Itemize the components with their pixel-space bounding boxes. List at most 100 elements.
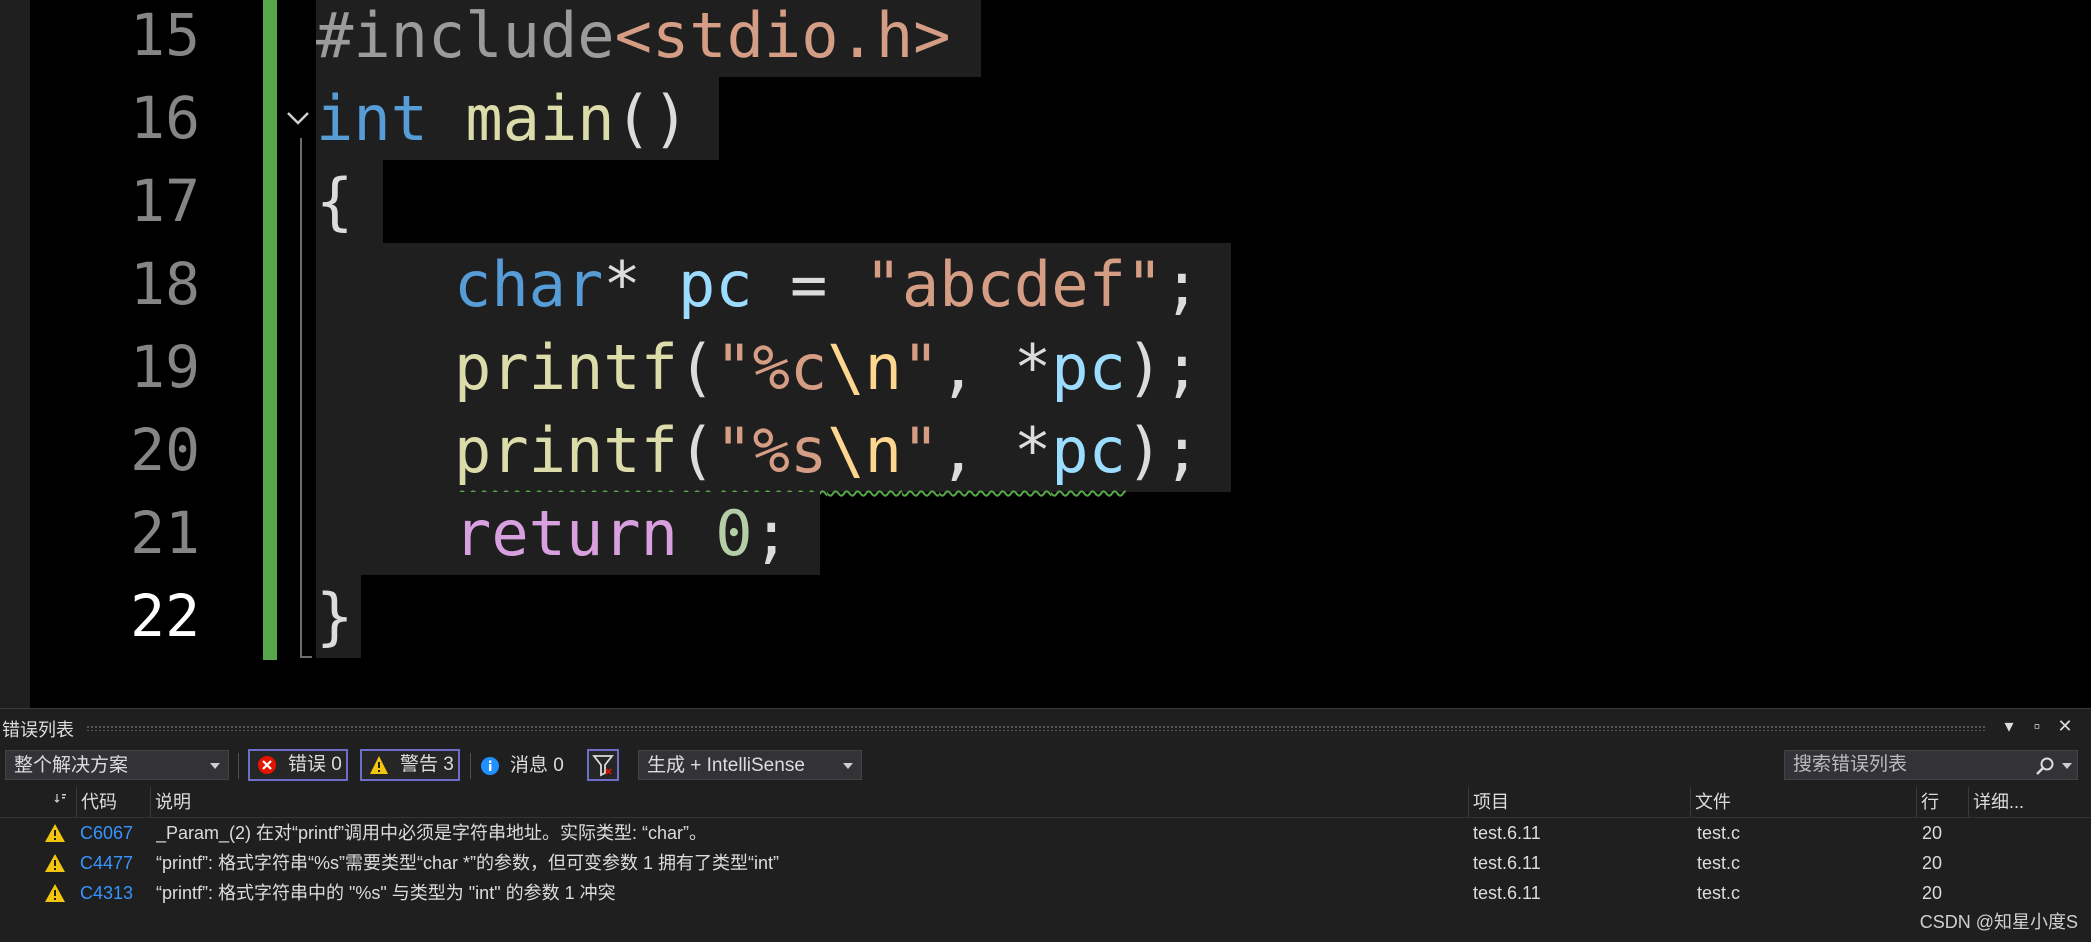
string-quote: " xyxy=(901,414,940,487)
warnings-filter-button[interactable]: 警告 3 xyxy=(360,749,460,781)
string-literal: "abcdef" xyxy=(864,248,1164,321)
variable-pc: pc xyxy=(677,248,753,321)
close-brace: } xyxy=(316,580,354,653)
build-source-value: 生成 + IntelliSense xyxy=(647,755,805,776)
error-file: test.c xyxy=(1697,823,1741,843)
include-header: <stdio.h> xyxy=(614,0,951,72)
column-header-details[interactable]: 详细... xyxy=(1968,787,2046,817)
warning-icon xyxy=(45,854,65,872)
column-header-project[interactable]: 项目 xyxy=(1468,787,1690,817)
sort-icon[interactable] xyxy=(54,792,68,806)
code-line-16[interactable]: int main() xyxy=(316,77,720,160)
error-code-link[interactable]: C6067 xyxy=(80,818,133,848)
code-line-20[interactable]: printf("%s\n", *pc); xyxy=(316,409,1231,492)
line-number: 17 xyxy=(130,167,200,235)
search-error-list-input[interactable]: 搜索错误列表 xyxy=(1784,750,2078,780)
keyword-return: return xyxy=(454,497,678,570)
error-description: _Param_(2) 在对“printf”调用中必须是字符串地址。实际类型: “… xyxy=(156,823,708,843)
error-list-row[interactable]: C4477 “printf”: 格式字符串“%s”需要类型“char *”的参数… xyxy=(0,848,2091,878)
line-number: 20 xyxy=(130,416,200,484)
close-icon[interactable]: ✕ xyxy=(2052,713,2078,739)
info-icon xyxy=(481,757,499,775)
code-editor[interactable]: 15 16 17 18 19 20 21 22 #include<stdio.h… xyxy=(0,0,2091,708)
column-header-line[interactable]: 行 xyxy=(1916,787,1968,817)
escape-newline: \n xyxy=(827,331,902,404)
outline-fold-line xyxy=(300,138,302,658)
panel-grip[interactable] xyxy=(86,725,1986,731)
number-literal: 0 xyxy=(715,497,753,570)
outline-fold-end xyxy=(300,656,312,658)
paren-close-semicolon: ); xyxy=(1125,331,1201,404)
error-list-row[interactable]: C4313 “printf”: 格式字符串中的 "%s" 与类型为 "int" … xyxy=(0,878,2091,908)
warning-icon xyxy=(45,824,65,842)
warning-icon xyxy=(45,884,65,902)
errors-filter-button[interactable]: 错误 0 xyxy=(248,749,348,781)
error-description: “printf”: 格式字符串中的 "%s" 与类型为 "int" 的参数 1 … xyxy=(156,883,616,903)
column-header-file[interactable]: 文件 xyxy=(1690,787,1916,817)
build-source-dropdown[interactable]: 生成 + IntelliSense xyxy=(638,750,862,780)
scope-dropdown[interactable]: 整个解决方案 xyxy=(5,750,229,780)
line-number-current: 22 xyxy=(130,582,200,650)
panel-header[interactable]: 错误列表 ▾ ▫ ✕ xyxy=(0,709,2091,745)
error-line: 20 xyxy=(1922,823,1943,843)
window-position-dropdown-icon[interactable]: ▾ xyxy=(1996,713,2022,739)
string-quote: " xyxy=(901,331,940,404)
warnings-count: 警告 3 xyxy=(400,754,454,775)
line-number: 19 xyxy=(130,333,200,401)
format-string: "%s xyxy=(715,414,828,487)
function-printf: printf xyxy=(454,331,678,404)
watermark: CSDN @知星小度S xyxy=(1919,912,2078,932)
filter-funnel-button[interactable] xyxy=(587,749,619,781)
escape-newline: \n xyxy=(827,414,902,487)
error-list-row[interactable]: C6067 _Param_(2) 在对“printf”调用中必须是字符串地址。实… xyxy=(0,818,2091,848)
code-line-19[interactable]: printf("%c\n", *pc); xyxy=(316,326,1231,409)
function-main: main xyxy=(465,82,615,155)
change-tracking-bar xyxy=(263,0,277,660)
warning-icon xyxy=(370,756,388,774)
error-code-link[interactable]: C4477 xyxy=(80,848,133,878)
chevron-down-icon[interactable] xyxy=(2062,763,2072,769)
column-header-description[interactable]: 说明 xyxy=(150,787,1468,817)
error-file: test.c xyxy=(1697,883,1741,903)
error-code-link[interactable]: C4313 xyxy=(80,878,133,908)
code-line-15[interactable]: #include<stdio.h> xyxy=(316,0,981,77)
toolbar-separator xyxy=(238,753,239,779)
panel-title: 错误列表 xyxy=(2,720,74,740)
variable-pc: pc xyxy=(1051,331,1126,404)
pointer-star: * xyxy=(603,248,678,321)
code-line-22[interactable]: } xyxy=(316,575,362,658)
search-placeholder: 搜索错误列表 xyxy=(1793,754,1908,775)
paren-close-semicolon: ); xyxy=(1125,414,1201,487)
search-icon[interactable] xyxy=(2035,756,2055,776)
code-line-21[interactable]: return 0; xyxy=(316,492,820,575)
maximize-icon[interactable]: ▫ xyxy=(2024,713,2050,739)
keyword-char: char xyxy=(454,248,604,321)
messages-count: 消息 0 xyxy=(510,755,564,776)
chevron-down-icon xyxy=(210,763,220,769)
column-headers: 代码 说明 项目 文件 行 详细... xyxy=(0,787,2091,818)
open-brace: { xyxy=(316,165,354,238)
error-description: “printf”: 格式字符串“%s”需要类型“char *”的参数，但可变参数… xyxy=(156,853,780,873)
collapse-chevron-icon[interactable] xyxy=(283,103,313,133)
scope-value: 整个解决方案 xyxy=(14,755,129,776)
semicolon: ; xyxy=(1163,248,1201,321)
line-number: 21 xyxy=(130,499,200,567)
keyword-int: int xyxy=(316,82,428,155)
preprocessor-directive: #include xyxy=(316,0,615,72)
line-number: 18 xyxy=(130,250,200,318)
code-line-18[interactable]: char* pc = "abcdef"; xyxy=(316,243,1231,326)
paren-open: ( xyxy=(677,331,716,404)
column-header-code[interactable]: 代码 xyxy=(76,787,148,817)
assign: = xyxy=(752,248,865,321)
error-project: test.6.11 xyxy=(1473,823,1541,843)
error-file: test.c xyxy=(1697,853,1741,873)
warning-squiggle[interactable]: printf("%s\n", *pc xyxy=(454,414,1126,487)
code-line-17[interactable]: { xyxy=(316,160,384,243)
toolbar-separator xyxy=(470,753,471,779)
semicolon: ; xyxy=(752,497,790,570)
format-string: "%c xyxy=(715,331,828,404)
errors-count: 错误 0 xyxy=(288,754,342,775)
error-list-toolbar: 整个解决方案 错误 0 警告 3 消息 0 生成 + IntelliSense … xyxy=(0,745,2091,785)
error-icon xyxy=(258,756,276,774)
